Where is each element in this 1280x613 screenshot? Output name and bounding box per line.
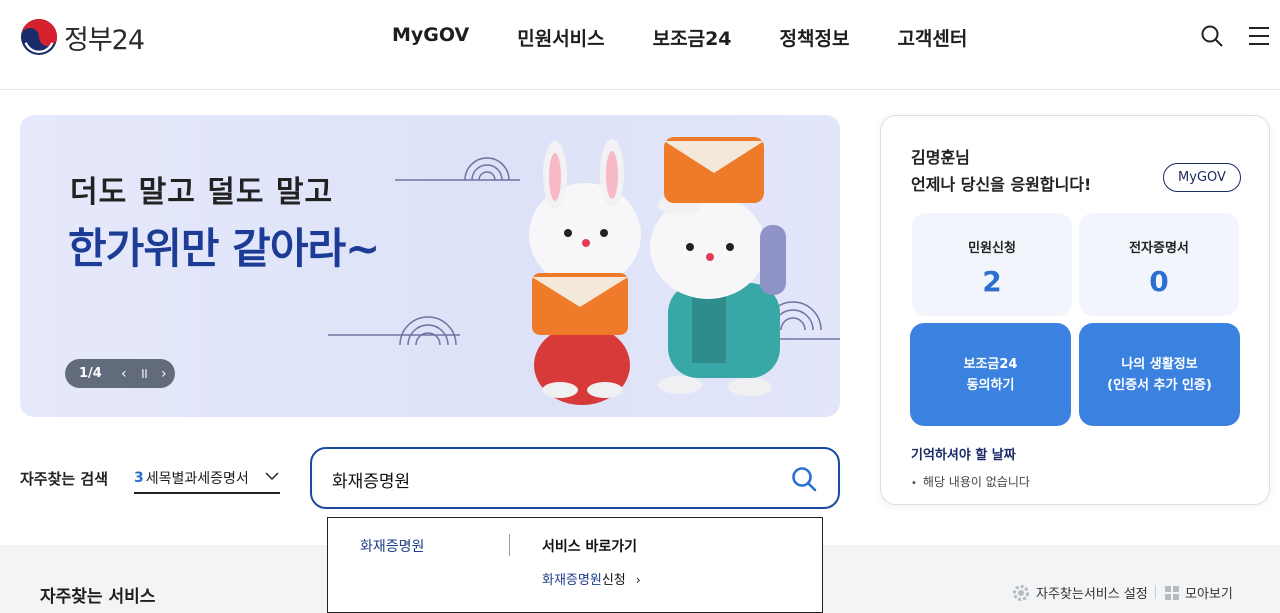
frequent-services-setting-label: 자주찾는서비스 설정 bbox=[1036, 587, 1148, 602]
mygov-button[interactable]: MyGOV bbox=[1163, 163, 1241, 192]
frequent-search-rank: 3 bbox=[134, 470, 144, 486]
nav-customer-center[interactable]: 고객센터 bbox=[873, 24, 991, 51]
service-shortcut-highlight: 화재증명원 bbox=[542, 573, 602, 588]
taegeuk-logo-icon bbox=[20, 18, 58, 56]
e-certificate-label: 전자증명서 bbox=[1129, 241, 1189, 256]
chevron-right-icon: › bbox=[635, 573, 641, 587]
frequent-search-value: 세목별과세증명서 bbox=[145, 471, 249, 487]
civil-application-label: 민원신청 bbox=[968, 241, 1016, 256]
right-rabbit-icon bbox=[650, 137, 786, 396]
frequent-services-title: 자주찾는 서비스 bbox=[40, 587, 156, 607]
promo-banner[interactable]: 더도 말고 덜도 말고 한가위만 같아라~ 1/4 ‹ ॥ › bbox=[20, 115, 840, 417]
e-certificate-count: 0 bbox=[1149, 265, 1169, 298]
menu-icon[interactable] bbox=[1247, 24, 1271, 48]
divider bbox=[509, 534, 510, 556]
banner-subtitle: 더도 말고 덜도 말고 bbox=[70, 175, 334, 210]
banner-counter: 1/4 bbox=[79, 366, 102, 381]
search-box bbox=[310, 447, 840, 509]
search-input[interactable] bbox=[332, 467, 752, 491]
search-icon[interactable] bbox=[1200, 24, 1224, 48]
nav-policy-info[interactable]: 정책정보 bbox=[756, 24, 874, 51]
collect-view-button[interactable]: 모아보기 bbox=[1165, 583, 1233, 602]
civil-application-box[interactable]: 민원신청 2 bbox=[912, 213, 1072, 316]
subsidy-consent-button[interactable]: 보조금24 동의하기 bbox=[910, 323, 1071, 426]
civil-application-count: 2 bbox=[982, 265, 1002, 298]
header: 정부24 MyGOV 민원서비스 보조금24 정책정보 고객센터 bbox=[0, 0, 1280, 90]
service-shortcut-rest: 신청 bbox=[601, 573, 626, 588]
subsidy-consent-line2: 동의하기 bbox=[966, 377, 1015, 393]
logo[interactable]: 정부24 bbox=[20, 18, 145, 56]
remember-dates-title: 기억하셔야 할 날짜 bbox=[911, 448, 1016, 463]
prev-slide-icon[interactable]: ‹ bbox=[114, 366, 134, 382]
banner-controls: 1/4 ‹ ॥ › bbox=[65, 359, 175, 388]
collect-view-label: 모아보기 bbox=[1185, 587, 1233, 602]
left-rabbit-icon bbox=[529, 139, 641, 405]
nav-mygov[interactable]: MyGOV bbox=[368, 24, 493, 51]
user-greeting: 언제나 당신을 응원합니다! bbox=[911, 175, 1092, 194]
search-button-icon[interactable] bbox=[790, 465, 818, 493]
gear-icon bbox=[1013, 584, 1029, 601]
nav-subsidy24[interactable]: 보조금24 bbox=[629, 24, 756, 51]
life-info-line1: 나의 생활정보 bbox=[1121, 356, 1198, 372]
main-nav: MyGOV 민원서비스 보조금24 정책정보 고객센터 bbox=[368, 24, 991, 51]
frequent-search-select[interactable]: 3 세목별과세증명서 bbox=[134, 464, 280, 494]
user-profile-card: 김명훈님 언제나 당신을 응원합니다! MyGOV 민원신청 2 전자증명서 0… bbox=[880, 115, 1270, 505]
service-shortcut-link[interactable]: 화재증명원신청 › bbox=[542, 569, 641, 588]
autocomplete-keyword[interactable]: 화재증명원 bbox=[360, 536, 424, 556]
user-name: 김명훈님 bbox=[911, 148, 970, 167]
chevron-down-icon bbox=[265, 472, 279, 481]
rabbits-illustration bbox=[328, 137, 840, 405]
life-info-line2: (인증서 추가 인증) bbox=[1107, 377, 1212, 393]
grid-icon bbox=[1165, 585, 1179, 600]
next-slide-icon[interactable]: › bbox=[154, 366, 174, 382]
pause-icon[interactable]: ॥ bbox=[134, 364, 154, 383]
nav-civil-service[interactable]: 민원서비스 bbox=[493, 24, 628, 51]
life-info-button[interactable]: 나의 생활정보 (인증서 추가 인증) bbox=[1079, 323, 1240, 426]
logo-text: 정부24 bbox=[64, 24, 145, 56]
remember-dates-empty: 해당 내용이 없습니다 bbox=[911, 473, 1030, 490]
search-autocomplete-dropdown: 화재증명원 서비스 바로가기 화재증명원신청 › bbox=[327, 517, 823, 613]
service-shortcut-heading: 서비스 바로가기 bbox=[542, 539, 638, 555]
divider bbox=[1155, 585, 1156, 599]
e-certificate-box[interactable]: 전자증명서 0 bbox=[1079, 213, 1239, 316]
subsidy-consent-line1: 보조금24 bbox=[963, 356, 1018, 372]
frequent-search-label: 자주찾는 검색 bbox=[20, 470, 109, 488]
frequent-services-setting-button[interactable]: 자주찾는서비스 설정 bbox=[1012, 583, 1148, 602]
